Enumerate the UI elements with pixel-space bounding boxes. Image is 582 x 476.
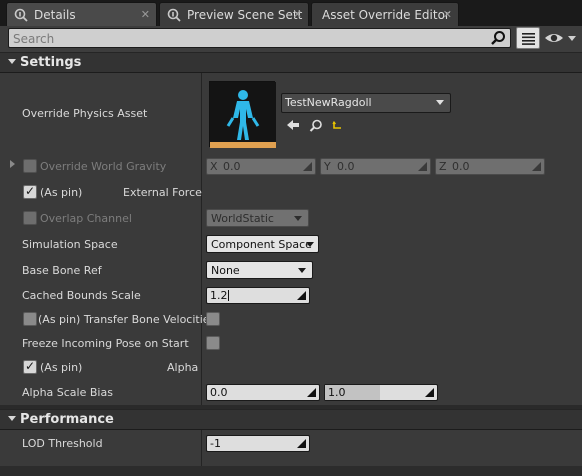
column-splitter[interactable] <box>201 430 202 466</box>
drag-arrow-icon <box>303 162 312 171</box>
visibility-options-button[interactable] <box>544 29 578 47</box>
x-prefix: X <box>210 160 218 173</box>
close-icon[interactable]: ✕ <box>293 8 302 21</box>
column-splitter[interactable] <box>201 73 202 405</box>
category-label: Performance <box>20 412 114 427</box>
alpha-scale-bias-max-field[interactable]: 1.0 <box>324 384 438 401</box>
gravity-x-field[interactable]: X 0.0 <box>206 158 316 175</box>
checkmark-icon: ✓ <box>25 184 36 198</box>
alpha-scale-bias-min-field[interactable]: 0.0 <box>206 384 320 401</box>
search-input[interactable] <box>13 31 483 46</box>
overlap-channel-combo[interactable]: WorldStatic <box>206 209 309 227</box>
collapse-arrow-icon <box>8 59 16 64</box>
physics-asset-value: TestNewRagdoll <box>285 96 372 109</box>
browse-asset-icon[interactable] <box>309 119 323 132</box>
list-view-icon <box>522 33 535 45</box>
alpha-pin-checkbox[interactable]: ✓ <box>23 359 37 374</box>
lod-threshold-field[interactable]: -1 <box>206 435 310 452</box>
property-label: Freeze Incoming Pose on Start <box>22 337 189 350</box>
base-bone-ref-value: None <box>211 264 240 277</box>
property-label: Base Bone Ref <box>22 264 102 277</box>
override-world-gravity-checkbox[interactable] <box>23 159 37 173</box>
category-performance[interactable]: Performance <box>0 409 582 430</box>
asset-thumbnail[interactable] <box>209 81 276 148</box>
expand-arrow-icon[interactable] <box>10 160 15 168</box>
drag-arrow-icon <box>425 388 434 397</box>
panel-footer <box>0 466 582 476</box>
chevron-down-icon <box>294 216 302 221</box>
chevron-down-icon <box>436 100 444 105</box>
tab-label: Preview Scene Sett <box>187 7 303 22</box>
gravity-z-value: 0.0 <box>452 160 470 173</box>
drag-arrow-icon <box>418 162 427 171</box>
overlap-channel-checkbox[interactable] <box>23 211 37 225</box>
transfer-bone-velocities-pin-checkbox[interactable] <box>23 312 37 326</box>
property-label: Alpha Scale Bias <box>22 386 113 399</box>
mannequin-thumbnail-icon <box>210 82 276 148</box>
search-icon[interactable] <box>490 30 506 46</box>
tab-label: Asset Override Editor <box>322 7 450 22</box>
base-bone-ref-combo[interactable]: None <box>206 261 313 279</box>
property-label: LOD Threshold <box>22 437 103 450</box>
property-label: Override World Gravity <box>40 160 167 173</box>
lod-threshold-value: -1 <box>210 437 221 450</box>
eye-icon <box>545 34 576 42</box>
text-cursor <box>228 290 229 301</box>
property-label: Simulation Space <box>22 238 118 251</box>
physics-asset-combo[interactable]: TestNewRagdoll <box>281 93 451 113</box>
z-prefix: Z <box>439 160 447 173</box>
drag-arrow-icon <box>532 162 541 171</box>
drag-arrow-icon <box>297 439 306 448</box>
property-label: Override Physics Asset <box>22 107 148 120</box>
chevron-down-icon <box>306 242 314 247</box>
y-prefix: Y <box>324 160 331 173</box>
property-label: Alpha <box>167 361 199 374</box>
gravity-y-field[interactable]: Y 0.0 <box>320 158 431 175</box>
cached-bounds-scale-field[interactable]: 1.2 <box>206 287 310 304</box>
property-label: (As pin) Transfer Bone Velocities <box>38 313 216 326</box>
alpha-scale-bias-min-value: 0.0 <box>210 386 228 399</box>
tab-asset-override-editor[interactable]: Asset Override Editor ✕ <box>311 2 459 26</box>
details-icon <box>14 8 28 22</box>
pin-label: (As pin) <box>40 361 83 374</box>
search-box <box>8 28 511 48</box>
collapse-arrow-icon <box>8 416 16 421</box>
view-options-button[interactable] <box>516 27 540 49</box>
gravity-y-value: 0.0 <box>337 160 355 173</box>
pin-label: (As pin) <box>40 186 83 199</box>
drag-arrow-icon <box>297 291 306 300</box>
cached-bounds-scale-value: 1.2 <box>210 289 228 302</box>
chevron-down-icon <box>298 268 306 273</box>
tab-label: Details <box>34 7 76 22</box>
gravity-x-value: 0.0 <box>223 160 241 173</box>
drag-arrow-icon <box>307 388 316 397</box>
use-selected-asset-icon[interactable] <box>286 119 300 131</box>
transfer-bone-velocities-checkbox[interactable] <box>206 312 220 326</box>
gravity-z-field[interactable]: Z 0.0 <box>435 158 545 175</box>
checkmark-icon: ✓ <box>25 359 36 373</box>
category-label: Settings <box>20 55 82 70</box>
details-icon <box>167 8 181 22</box>
close-icon[interactable]: ✕ <box>141 8 150 21</box>
category-settings[interactable]: Settings <box>0 52 582 73</box>
external-force-pin-checkbox[interactable]: ✓ <box>23 184 37 199</box>
simulation-space-combo[interactable]: Component Space <box>206 235 319 253</box>
tab-preview-scene-settings[interactable]: Preview Scene Sett ✕ <box>159 2 309 26</box>
overlap-channel-value: WorldStatic <box>211 212 274 225</box>
freeze-incoming-pose-checkbox[interactable] <box>206 336 220 350</box>
close-icon[interactable]: ✕ <box>443 8 452 21</box>
property-label: External Force <box>123 186 202 199</box>
alpha-scale-bias-max-value: 1.0 <box>328 386 346 399</box>
property-label: Overlap Channel <box>40 212 132 225</box>
tab-details[interactable]: Details ✕ <box>6 2 157 26</box>
simulation-space-value: Component Space <box>211 238 312 251</box>
reset-to-default-icon[interactable] <box>332 121 342 130</box>
property-label: Cached Bounds Scale <box>22 289 141 302</box>
